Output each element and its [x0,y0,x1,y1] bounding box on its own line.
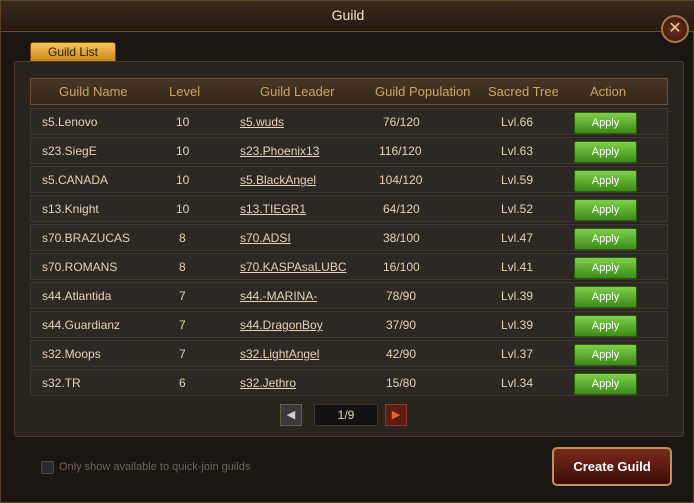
table-row: s44.Atlantida 7 s44.-MARINA- 78/90 Lvl.3… [30,282,668,309]
guild-leader-link[interactable]: s5.wuds [240,115,354,129]
guild-name: s13.Knight [42,202,99,216]
create-guild-button[interactable]: Create Guild [552,447,672,486]
sacred-tree-level: Lvl.34 [501,376,534,390]
column-header-sacred-tree: Sacred Tree [488,84,559,99]
guild-population: 64/120 [383,202,420,216]
guild-population: 78/90 [386,289,417,303]
guild-leader-link[interactable]: s23.Phoenix13 [240,144,354,158]
guild-population: 104/120 [379,173,423,187]
table-row: s70.BRAZUCAS 8 s70.ADSI 38/100 Lvl.47 Ap… [30,224,668,251]
close-icon[interactable]: ✕ [661,15,689,43]
table-row: s70.ROMANS 8 s70.KASPAsaLUBC 16/100 Lvl.… [30,253,668,280]
apply-button[interactable]: Apply [574,199,637,221]
guild-level: 10 [176,144,190,158]
guild-population: 37/90 [386,318,417,332]
guild-name: s44.Guardianz [42,318,121,332]
column-header-guild-population: Guild Population [375,84,471,99]
guild-leader-link[interactable]: s13.TIEGR1 [240,202,354,216]
guild-leader-link[interactable]: s70.ADSI [240,231,354,245]
guild-level: 10 [176,173,190,187]
guild-level: 7 [179,347,186,361]
apply-button[interactable]: Apply [574,315,637,337]
sacred-tree-level: Lvl.66 [501,115,534,129]
sacred-tree-level: Lvl.41 [501,260,534,274]
sacred-tree-level: Lvl.37 [501,347,534,361]
column-header-action: Action [590,84,627,99]
guild-leader-link[interactable]: s44.DragonBoy [240,318,354,332]
window-title: Guild [331,7,365,23]
guild-leader-link[interactable]: s32.LightAngel [240,347,354,361]
guild-name: s23.SiegE [42,144,97,158]
guild-level: 8 [179,260,186,274]
guild-name: s70.ROMANS [42,260,118,274]
guild-leader-link[interactable]: s5.BlackAngel [240,173,354,187]
title-bar: Guild [1,1,694,32]
guild-level: 10 [176,115,190,129]
guild-name: s44.Atlantida [42,289,112,303]
table-row: s44.Guardianz 7 s44.DragonBoy 37/90 Lvl.… [30,311,668,338]
guild-population: 76/120 [383,115,420,129]
guild-name: s70.BRAZUCAS [42,231,131,245]
apply-button[interactable]: Apply [574,286,637,308]
sacred-tree-level: Lvl.47 [501,231,534,245]
page-indicator: 1/9 [314,404,378,426]
table-row: s5.Lenovo 10 s5.wuds 76/120 Lvl.66 Apply [30,108,668,135]
table-row: s13.Knight 10 s13.TIEGR1 64/120 Lvl.52 A… [30,195,668,222]
next-page-icon[interactable]: ▶ [385,404,407,426]
guild-name: s32.TR [42,376,81,390]
apply-button[interactable]: Apply [574,373,637,395]
column-header-guild-leader: Guild Leader [260,84,335,99]
quick-join-label: Only show available to quick-join guilds [59,461,251,473]
apply-button[interactable]: Apply [574,228,637,250]
apply-button[interactable]: Apply [574,141,637,163]
guild-name: s32.Moops [42,347,101,361]
sacred-tree-level: Lvl.63 [501,144,534,158]
apply-button[interactable]: Apply [574,112,637,134]
guild-population: 15/80 [386,376,417,390]
apply-button[interactable]: Apply [574,170,637,192]
table-row: s23.SiegE 10 s23.Phoenix13 116/120 Lvl.6… [30,137,668,164]
quick-join-checkbox[interactable] [41,461,54,474]
table-row: s32.Moops 7 s32.LightAngel 42/90 Lvl.37 … [30,340,668,367]
apply-button[interactable]: Apply [574,344,637,366]
guild-population: 116/120 [379,144,422,158]
guild-leader-link[interactable]: s44.-MARINA- [240,289,354,303]
tab-guild-list[interactable]: Guild List [30,42,116,63]
table-row: s5.CANADA 10 s5.BlackAngel 104/120 Lvl.5… [30,166,668,193]
guild-level: 8 [179,231,186,245]
sacred-tree-level: Lvl.39 [501,289,534,303]
sacred-tree-level: Lvl.59 [501,173,534,187]
guild-leader-link[interactable]: s32.Jethro [240,376,354,390]
apply-button[interactable]: Apply [574,257,637,279]
guild-level: 10 [176,202,190,216]
table-header: Guild Name Level Guild Leader Guild Popu… [30,78,668,105]
sacred-tree-level: Lvl.39 [501,318,534,332]
guild-name: s5.Lenovo [42,115,98,129]
guild-leader-link[interactable]: s70.KASPAsaLUBC [240,260,354,274]
guild-population: 42/90 [386,347,417,361]
table-row: s32.TR 6 s32.Jethro 15/80 Lvl.34 Apply [30,369,668,396]
guild-level: 7 [179,318,186,332]
guild-population: 16/100 [383,260,420,274]
column-header-level: Level [169,84,201,99]
guild-level: 6 [179,376,186,390]
guild-population: 38/100 [383,231,420,245]
sacred-tree-level: Lvl.52 [501,202,534,216]
guild-level: 7 [179,289,186,303]
previous-page-icon[interactable]: ◀ [280,404,302,426]
guild-name: s5.CANADA [42,173,109,187]
column-header-guild-name: Guild Name [59,84,128,99]
guild-window: Guild ✕ Guild List Guild Name Level Guil… [0,0,694,503]
